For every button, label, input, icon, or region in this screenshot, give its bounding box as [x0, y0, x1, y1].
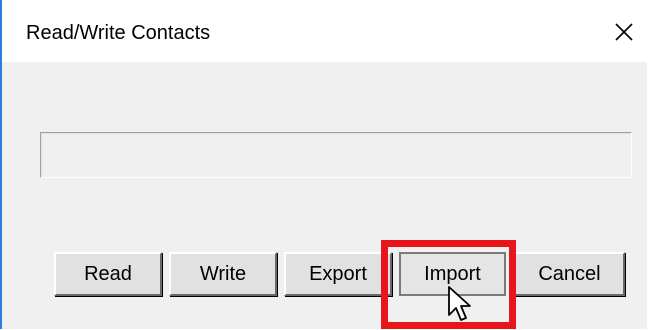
export-button[interactable]: Export: [284, 252, 392, 296]
close-icon: [614, 22, 634, 47]
progress-bar: [40, 132, 632, 178]
write-button[interactable]: Write: [169, 252, 277, 296]
read-write-contacts-dialog: Read/Write Contacts Read Write Export Im…: [0, 0, 647, 329]
import-button[interactable]: Import: [399, 252, 506, 296]
window-title: Read/Write Contacts: [26, 22, 211, 44]
read-button[interactable]: Read: [54, 252, 162, 296]
cancel-button[interactable]: Cancel: [514, 252, 625, 296]
title-bar: Read/Write Contacts: [2, 0, 647, 62]
close-button[interactable]: [602, 14, 646, 54]
